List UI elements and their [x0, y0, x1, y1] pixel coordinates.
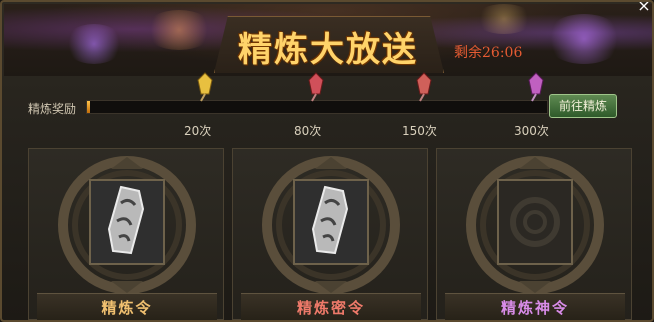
reward-items: 精炼令 精炼密令 精炼神令	[28, 148, 632, 320]
reward-progress-label: 精炼奖励	[28, 102, 77, 116]
empty-token-icon	[499, 181, 571, 263]
reward-progress-bar	[86, 100, 548, 114]
firework-spark	[144, 10, 214, 50]
item-name: 精炼密令	[296, 299, 365, 317]
token-image[interactable]	[89, 179, 165, 265]
event-title: 精炼大放送	[238, 30, 418, 70]
firework-spark	[64, 24, 124, 64]
reward-crystal-icon[interactable]	[526, 72, 546, 102]
item-name: 精炼令	[101, 299, 153, 317]
item-name: 精炼神令	[500, 299, 569, 317]
refine-event-window: 精炼大放送 剩余26:06 × 精炼奖励 20次 80次 150次 300次 前…	[0, 0, 654, 322]
token-image[interactable]	[497, 179, 573, 265]
milestone-label: 150次	[402, 124, 437, 138]
milestone-label: 80次	[294, 124, 322, 138]
token-icon	[91, 181, 163, 263]
item-card[interactable]: 精炼神令	[436, 148, 632, 320]
reward-crystal-icon[interactable]	[195, 72, 215, 102]
reward-crystal-icon[interactable]	[414, 72, 434, 102]
item-card[interactable]: 精炼密令	[232, 148, 428, 320]
token-image[interactable]	[293, 179, 369, 265]
milestone-label: 300次	[514, 124, 549, 138]
reward-crystal-icon[interactable]	[306, 72, 326, 102]
goto-refine-button[interactable]: 前往精炼	[549, 94, 617, 118]
countdown-timer: 剩余26:06	[454, 45, 523, 61]
reward-progress-fill	[87, 101, 90, 113]
token-icon	[295, 181, 367, 263]
firework-spark	[544, 14, 624, 64]
close-icon[interactable]: ×	[636, 2, 652, 14]
firework-spark	[474, 4, 534, 34]
milestone-label: 20次	[184, 124, 212, 138]
item-card[interactable]: 精炼令	[28, 148, 224, 320]
